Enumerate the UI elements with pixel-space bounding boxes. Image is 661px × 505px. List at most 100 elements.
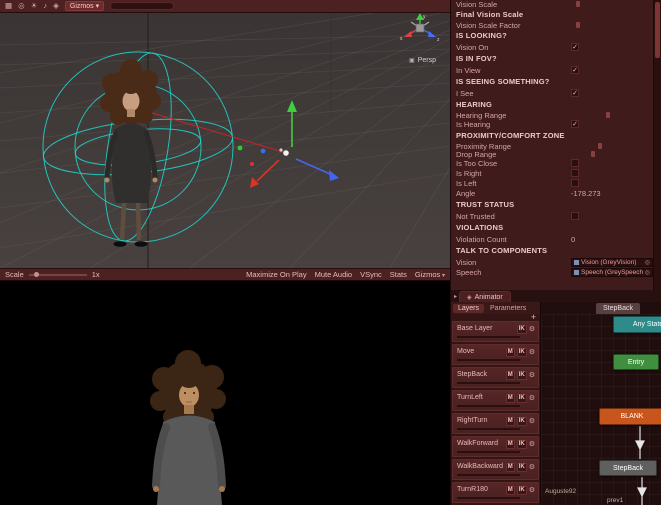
badge-m: M xyxy=(505,463,515,472)
audio-icon[interactable]: ♪ xyxy=(43,2,47,10)
tab-parameters[interactable]: Parameters xyxy=(485,304,531,313)
slider-handle[interactable] xyxy=(591,151,595,157)
object-value: Speech (GreySpeech) xyxy=(581,268,643,276)
slider-handle[interactable] xyxy=(33,272,39,277)
inspector-row-violations: VIOLATIONS xyxy=(451,221,653,234)
tab-animator[interactable]: ◈ Animator xyxy=(459,291,511,302)
gear-icon[interactable]: ⚙ xyxy=(529,441,535,448)
scene-search-input[interactable] xyxy=(110,2,175,10)
checkbox-is-hearing[interactable]: ✓ xyxy=(571,120,579,128)
object-value: Vision (GreyVision) xyxy=(581,258,637,266)
game-button-stats[interactable]: Stats xyxy=(390,270,407,279)
scrollbar-thumb[interactable] xyxy=(655,2,660,58)
inspector-row-i-see: I See ✓ xyxy=(451,88,653,98)
gear-icon[interactable]: ⚙ xyxy=(529,418,535,425)
gear-icon[interactable]: ⚙ xyxy=(529,464,535,471)
layer-weight-bar xyxy=(457,451,520,453)
persp-mode-label[interactable]: ▣ Persp xyxy=(409,57,436,64)
field-label: Vision On xyxy=(456,42,489,52)
state-node-any-state[interactable]: Any State xyxy=(613,316,661,333)
checkbox-not-trusted[interactable] xyxy=(571,212,579,220)
grid-icon[interactable]: ▦ xyxy=(5,2,12,10)
game-button-vsync[interactable]: VSync xyxy=(360,270,382,279)
panel-expander-icon[interactable]: ▸ xyxy=(454,293,457,302)
layer-name: Base Layer xyxy=(457,325,493,332)
inspector-row-drop-range: Drop Range xyxy=(451,150,595,159)
checkbox-i-see[interactable]: ✓ xyxy=(571,89,579,97)
layer-weight-bar xyxy=(457,474,520,476)
tab-layers[interactable]: Layers xyxy=(453,303,485,313)
slider-handle[interactable] xyxy=(576,1,580,7)
chevron-down-icon: ▾ xyxy=(440,273,445,279)
checkbox-vision-on[interactable]: ✓ xyxy=(571,43,579,51)
script-icon xyxy=(574,259,579,265)
slider-handle[interactable] xyxy=(606,112,610,118)
game-button-mute-audio[interactable]: Mute Audio xyxy=(315,270,353,279)
graph-canvas[interactable]: Any State Entry BLANK StepBack Auguste92 prev… xyxy=(541,314,661,505)
layer-row-base-layer[interactable]: Base Layer IK ⚙ xyxy=(452,321,539,342)
layer-row-rightturn[interactable]: RightTurn M IK ⚙ xyxy=(452,413,539,434)
gear-icon[interactable]: ⚙ xyxy=(529,487,535,494)
inspector-row-vision-scale: Vision Scale xyxy=(451,0,580,9)
lighting-icon[interactable]: ☀ xyxy=(31,2,38,10)
object-picker-icon[interactable]: ◎ xyxy=(645,269,650,276)
orbit-tool-icon[interactable]: ◎ xyxy=(18,2,25,10)
state-node-blank[interactable]: BLANK xyxy=(599,408,661,425)
checkbox-is-right[interactable] xyxy=(571,169,579,177)
field-label: IS IN FOV? xyxy=(456,54,497,63)
inspector-row-is-right: Is Right xyxy=(451,168,653,178)
scene-character[interactable] xyxy=(100,59,161,247)
add-layer-button[interactable]: + xyxy=(531,314,536,322)
scale-value: 1x xyxy=(91,270,100,279)
field-label: Speech xyxy=(456,267,482,277)
layer-controls: M IK ⚙ xyxy=(505,417,535,426)
inspector-row-is-seeing-something: IS SEEING SOMETHING? xyxy=(451,75,653,88)
layer-row-walkforward[interactable]: WalkForward M IK ⚙ xyxy=(452,436,539,457)
game-button-gizmos[interactable]: Gizmos ▾ xyxy=(415,270,445,279)
badge-ik: IK xyxy=(516,486,527,495)
state-node-entry[interactable]: Entry xyxy=(613,354,659,370)
gear-icon[interactable]: ⚙ xyxy=(529,395,535,402)
game-scale-slider[interactable] xyxy=(28,270,87,279)
animator-toolbar: Layers Parameters xyxy=(450,302,540,314)
inspector-row-hearing: HEARING xyxy=(451,98,653,111)
gizmos-dropdown[interactable]: Gizmos ▾ xyxy=(64,1,105,11)
game-button-maximize-on-play[interactable]: Maximize On Play xyxy=(246,270,306,279)
field-label: Angle xyxy=(456,188,476,198)
layer-row-stepback[interactable]: StepBack M IK ⚙ xyxy=(452,367,539,388)
inspector-row-vision: Vision Vision (GreyVision) ◎ xyxy=(451,257,653,267)
orientation-gizmo[interactable]: y x z xyxy=(400,13,440,43)
gizmos-label: Gizmos xyxy=(69,2,94,10)
object-picker-icon[interactable]: ◎ xyxy=(645,259,650,266)
axis-x-label: x xyxy=(400,36,403,42)
gear-icon[interactable]: ⚙ xyxy=(529,372,535,379)
object-field-vision[interactable]: Vision (GreyVision) ◎ xyxy=(571,257,653,267)
layer-row-move[interactable]: Move M IK ⚙ xyxy=(452,344,539,365)
inspector-scrollbar[interactable] xyxy=(653,0,661,290)
inspector-row-trust-status: TRUST STATUS xyxy=(451,198,653,211)
scene-toolbar-icons: ▦ ◎ ☀ ♪ ◈ xyxy=(5,2,59,10)
layer-name: StepBack xyxy=(457,371,487,378)
layer-row-turnr180[interactable]: TurnR180 M IK ⚙ xyxy=(452,482,539,503)
checkbox-in-view[interactable]: ✓ xyxy=(571,66,579,74)
field-label: Is Left xyxy=(456,178,477,188)
field-label: TALK TO COMPONENTS xyxy=(456,246,548,255)
animator-layers-panel: + Base Layer IK ⚙ Move M IK ⚙ StepBack M IK ⚙ TurnL… xyxy=(450,314,540,505)
scene-3d-viewport[interactable]: y x z xyxy=(0,13,450,268)
layer-row-walkbackward[interactable]: WalkBackward M IK ⚙ xyxy=(452,459,539,480)
badge-ik: IK xyxy=(516,417,527,426)
object-field-speech[interactable]: Speech (GreySpeech) ◎ xyxy=(571,267,653,277)
gear-icon[interactable]: ⚙ xyxy=(529,326,535,333)
ray-point-green xyxy=(237,145,243,151)
breadcrumb-stepback[interactable]: StepBack xyxy=(596,303,640,314)
scene-view[interactable]: y x z ▣ Persp xyxy=(0,13,450,268)
game-view[interactable] xyxy=(0,281,450,505)
state-node-stepback[interactable]: StepBack xyxy=(599,460,657,476)
checkbox-is-too-close[interactable] xyxy=(571,159,579,167)
checkbox-is-left[interactable] xyxy=(571,179,579,187)
slider-handle[interactable] xyxy=(598,143,602,149)
layer-row-turnleft[interactable]: TurnLeft M IK ⚙ xyxy=(452,390,539,411)
gear-icon[interactable]: ⚙ xyxy=(529,349,535,356)
effects-icon[interactable]: ◈ xyxy=(53,2,59,10)
slider-handle[interactable] xyxy=(576,22,580,28)
